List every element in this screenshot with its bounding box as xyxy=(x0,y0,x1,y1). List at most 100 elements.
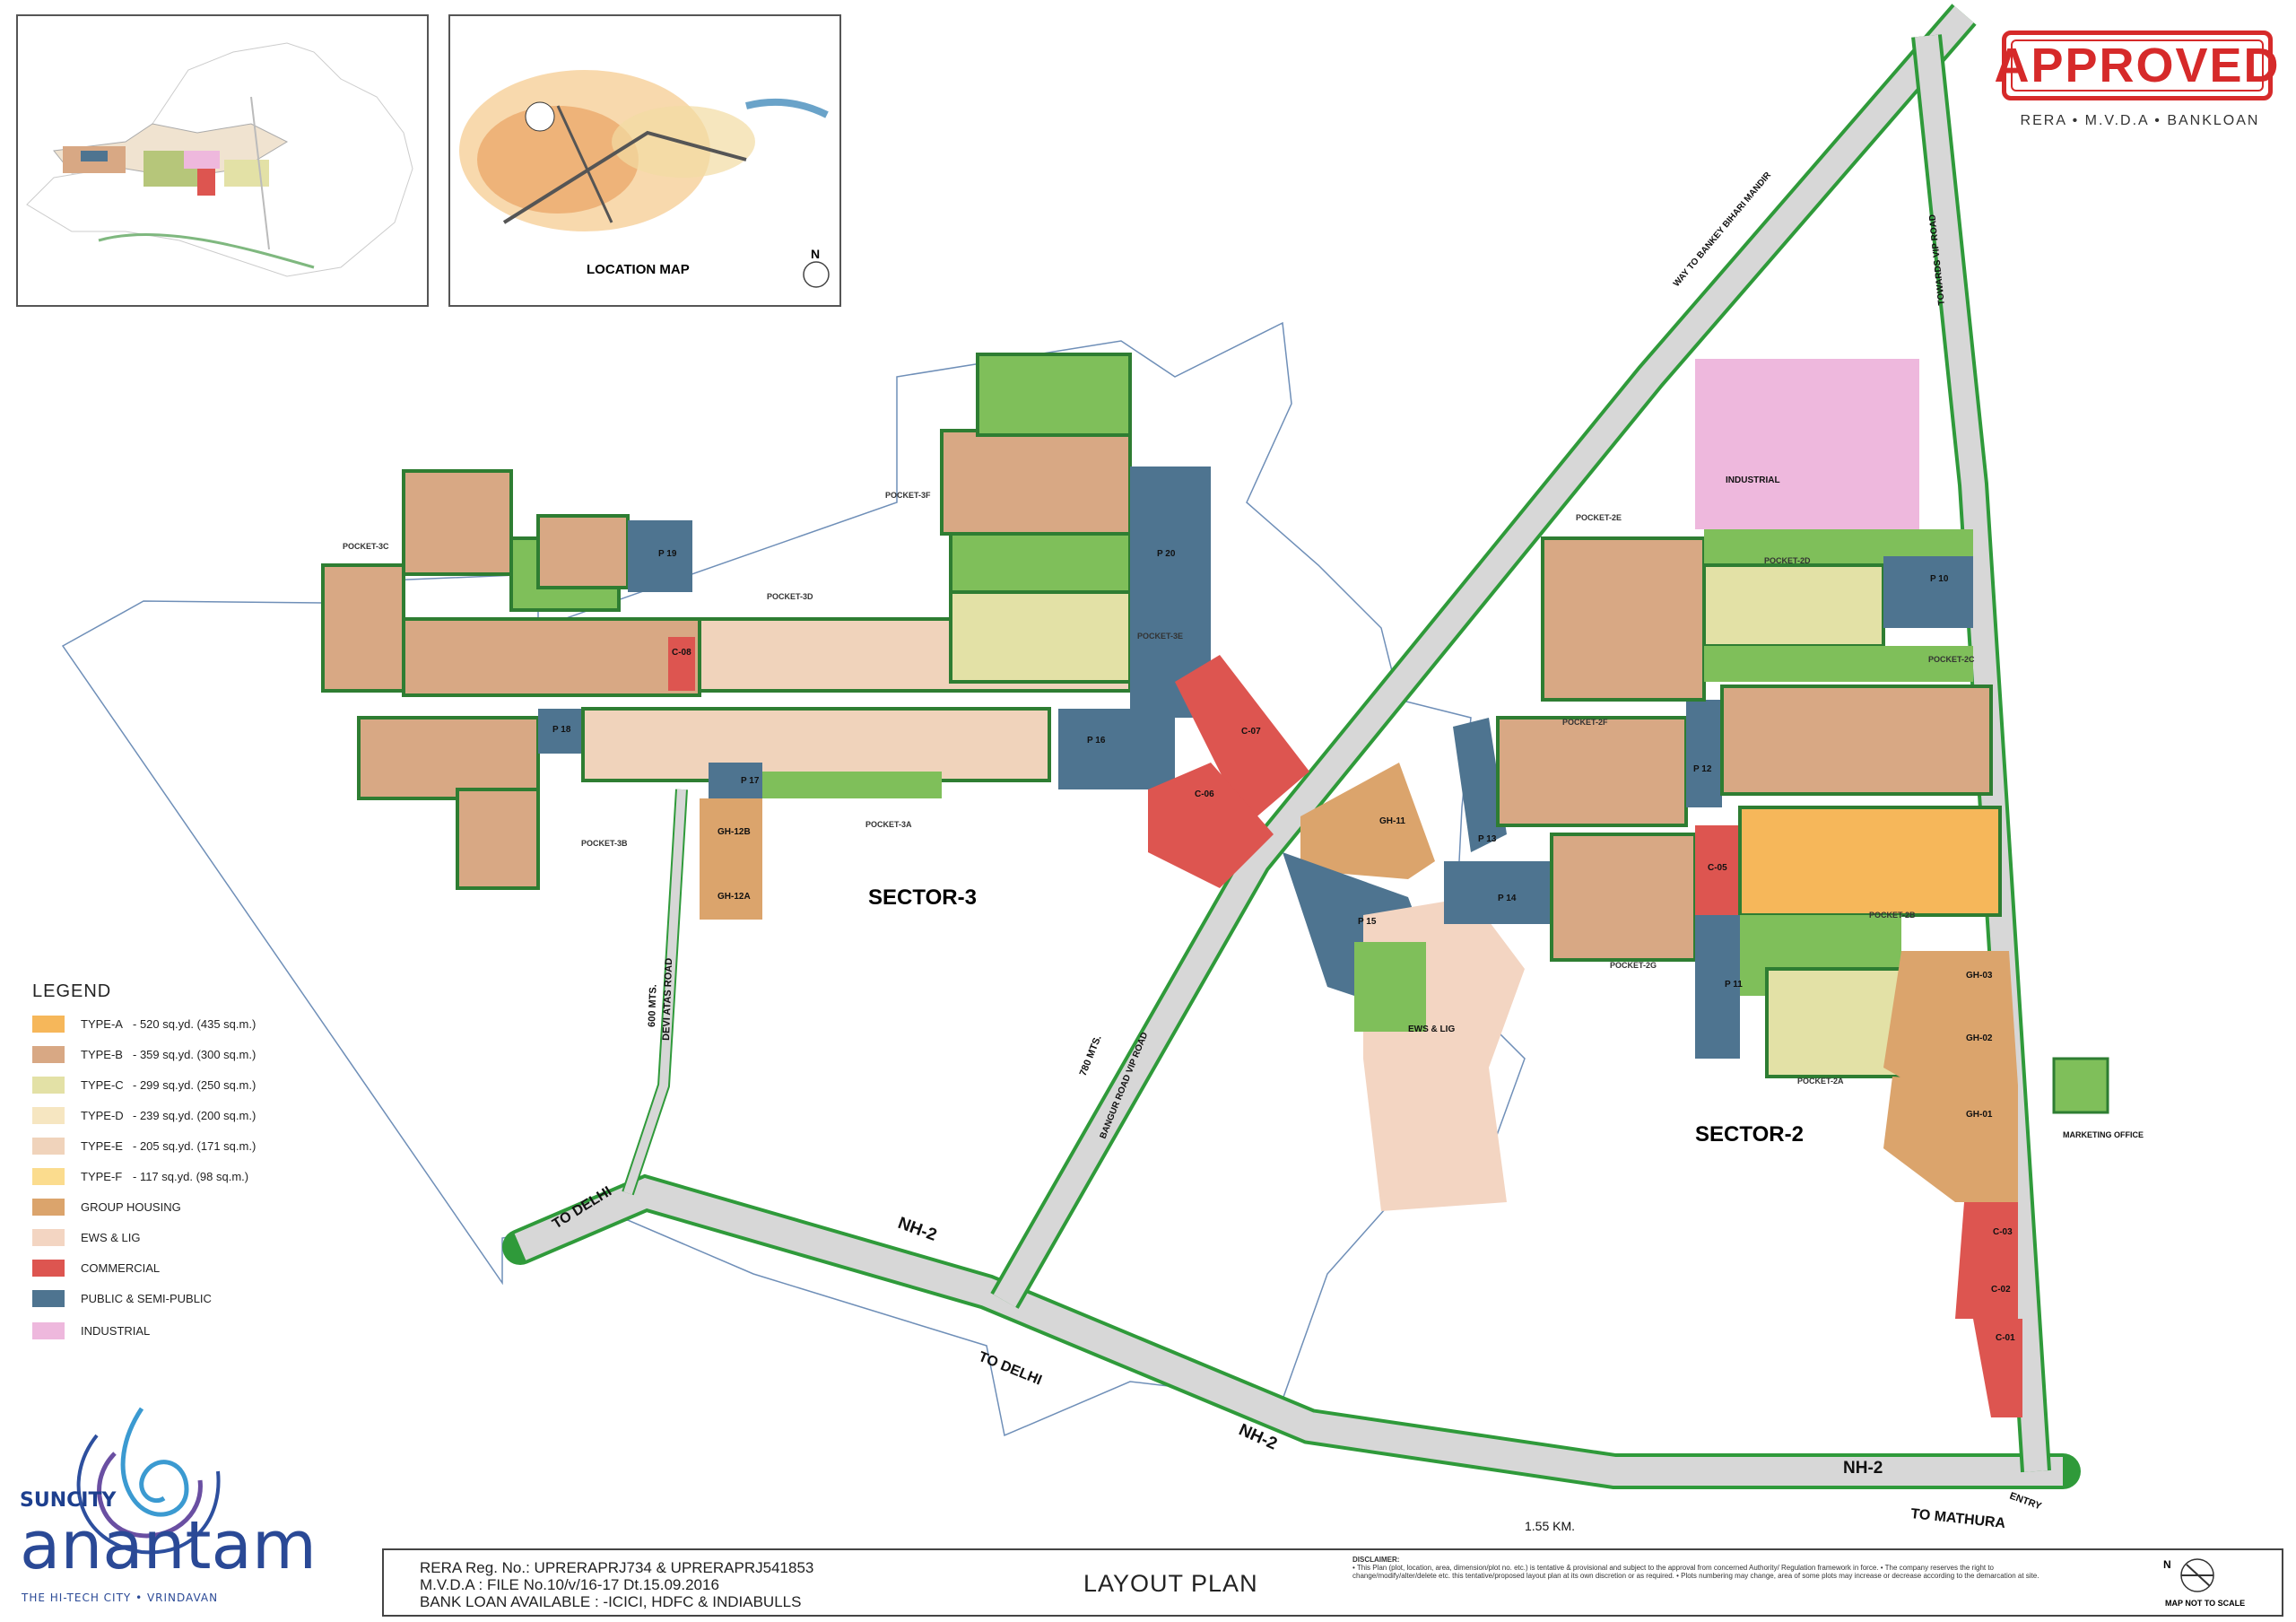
title-block: RERA Reg. No.: UPRERAPRJ734 & UPRERAPRJ5… xyxy=(382,1548,2283,1617)
plot-label: GH-12B xyxy=(718,827,751,837)
legend-desc: - 239 sq.yd. (200 sq.m.) xyxy=(133,1109,257,1122)
logo-wordmark: anantam xyxy=(20,1507,317,1584)
nh2-label: NH-2 xyxy=(895,1214,939,1245)
legend-swatch xyxy=(32,1138,65,1155)
plot-label: C-01 xyxy=(1996,1333,2015,1343)
rera-number: RERA Reg. No.: UPRERAPRJ734 & UPRERAPRJ5… xyxy=(420,1559,814,1576)
legend-item: TYPE-F - 117 sq.yd. (98 sq.m.) xyxy=(32,1168,248,1185)
legend-swatch xyxy=(32,1199,65,1216)
legend-desc: - 520 sq.yd. (435 sq.m.) xyxy=(133,1017,257,1031)
pocket-label: POCKET-2A xyxy=(1797,1077,1844,1086)
plot-label: P 19 xyxy=(658,549,677,559)
plot-label: C-08 xyxy=(672,648,691,658)
plot-label: C-07 xyxy=(1241,727,1261,737)
plot-label: P 17 xyxy=(741,776,760,786)
legend-item: TYPE-B - 359 sq.yd. (300 sq.m.) xyxy=(32,1046,256,1063)
legend-type: TYPE-A xyxy=(81,1017,123,1031)
distance-label: 1.55 KM. xyxy=(1525,1519,1575,1533)
legend-item: TYPE-E - 205 sq.yd. (171 sq.m.) xyxy=(32,1138,256,1155)
legend-type: TYPE-E xyxy=(81,1139,123,1153)
legend-item: TYPE-A - 520 sq.yd. (435 sq.m.) xyxy=(32,1016,256,1033)
distance-label: 600 MTS. xyxy=(647,984,659,1027)
legend-type: EWS & LIG xyxy=(81,1231,141,1244)
legend-type: TYPE-B xyxy=(81,1048,123,1061)
legend-item: PUBLIC & SEMI-PUBLIC xyxy=(32,1290,212,1307)
legend-swatch xyxy=(32,1229,65,1246)
pocket-label: POCKET-3A xyxy=(865,820,912,829)
suncity-anantam-logo: SUNCITY anantam THE HI-TECH CITY • VRIND… xyxy=(16,1400,317,1615)
disclaimer: DISCLAIMER: • This Plan (plot, location,… xyxy=(1352,1556,2070,1580)
plot-label: C-02 xyxy=(1991,1285,2011,1295)
plot-label: GH-12A xyxy=(718,892,751,902)
legend-swatch xyxy=(32,1290,65,1307)
legend-type: INDUSTRIAL xyxy=(81,1324,151,1338)
pocket-label: POCKET-2C xyxy=(1928,655,1975,664)
disclaimer-title: DISCLAIMER: xyxy=(1352,1556,1400,1564)
north-arrow: N MAP NOT TO SCALE xyxy=(2142,1554,2267,1613)
to-mathura-label: TO MATHURA xyxy=(1910,1506,2007,1531)
plot-label: INDUSTRIAL xyxy=(1726,475,1780,485)
legend-title: LEGEND xyxy=(32,981,112,1001)
north-arrow-icon: N MAP NOT TO SCALE xyxy=(2163,1558,2245,1608)
legend-swatch xyxy=(32,1046,65,1063)
plot-label: P 15 xyxy=(1358,917,1377,927)
plot-label: C-05 xyxy=(1708,863,1727,873)
legend-item: COMMERCIAL xyxy=(32,1260,160,1277)
legend-desc: - 205 sq.yd. (171 sq.m.) xyxy=(133,1139,257,1153)
legend-desc: - 117 sq.yd. (98 sq.m.) xyxy=(133,1170,249,1183)
bank-loan-info: BANK LOAN AVAILABLE : -ICICI, HDFC & IND… xyxy=(420,1593,802,1610)
plot-label: P 18 xyxy=(552,725,571,735)
distance-label: 780 MTS. xyxy=(1078,1033,1104,1077)
plot-label: P 20 xyxy=(1157,549,1176,559)
legend-swatch xyxy=(32,1107,65,1124)
legend-swatch xyxy=(32,1016,65,1033)
plot-label: P 13 xyxy=(1478,834,1497,844)
pocket-label: POCKET-2E xyxy=(1576,513,1622,522)
plot-label: GH-11 xyxy=(1379,816,1405,826)
pocket-label: POCKET-2D xyxy=(1764,556,1811,565)
to-delhi-label: TO DELHI xyxy=(977,1349,1044,1389)
legend-swatch xyxy=(32,1077,65,1094)
plot-label: P 11 xyxy=(1725,980,1743,990)
sector-3-label: SECTOR-3 xyxy=(868,885,977,910)
legend-item: INDUSTRIAL xyxy=(32,1322,150,1339)
plot-label: GH-01 xyxy=(1966,1110,1993,1120)
pocket-label: POCKET-3C xyxy=(343,542,389,551)
legend-type: TYPE-F xyxy=(81,1170,123,1183)
legend-item: EWS & LIG xyxy=(32,1229,140,1246)
legend-item: TYPE-D - 239 sq.yd. (200 sq.m.) xyxy=(32,1107,256,1124)
pocket-label: POCKET-2F xyxy=(1562,718,1608,727)
nh2-label: NH-2 xyxy=(1843,1459,1883,1478)
legend-desc: - 359 sq.yd. (300 sq.m.) xyxy=(133,1048,257,1061)
pocket-label: POCKET-3F xyxy=(885,491,931,500)
not-to-scale-label: MAP NOT TO SCALE xyxy=(2165,1599,2245,1608)
plot-label: P 12 xyxy=(1693,764,1712,774)
registration-info: RERA Reg. No.: UPRERAPRJ734 & UPRERAPRJ5… xyxy=(420,1559,813,1610)
pocket-label: POCKET-2G xyxy=(1610,961,1657,970)
plot-label: C-03 xyxy=(1993,1227,2013,1237)
legend-type: COMMERCIAL xyxy=(81,1261,161,1275)
legend-swatch xyxy=(32,1322,65,1339)
legend-type: TYPE-C xyxy=(81,1078,124,1092)
legend-type: GROUP HOUSING xyxy=(81,1200,181,1214)
logo-tagline: THE HI-TECH CITY • VRINDAVAN xyxy=(22,1591,219,1604)
disclaimer-text: • This Plan (plot, location, area, dimen… xyxy=(1352,1564,2039,1580)
legend-swatch xyxy=(32,1168,65,1185)
layout-plan-title: LAYOUT PLAN xyxy=(1083,1570,1258,1597)
pocket-label: POCKET-2B xyxy=(1869,911,1916,920)
entry-label: ENTRY xyxy=(2008,1491,2043,1513)
plot-label: MARKETING OFFICE xyxy=(2063,1130,2144,1139)
north-label: N xyxy=(2163,1558,2171,1571)
plot-label: P 16 xyxy=(1087,736,1106,746)
legend-type: PUBLIC & SEMI-PUBLIC xyxy=(81,1292,212,1305)
legend-item: GROUP HOUSING xyxy=(32,1199,181,1216)
plot-label: C-06 xyxy=(1195,789,1214,799)
legend-swatch xyxy=(32,1260,65,1277)
plot-label: GH-03 xyxy=(1966,971,1993,981)
plot-label: P 10 xyxy=(1930,574,1949,584)
legend-desc: - 299 sq.yd. (250 sq.m.) xyxy=(133,1078,257,1092)
legend: LEGEND TYPE-A - 520 sq.yd. (435 sq.m.) TY… xyxy=(0,976,359,1362)
legend-type: TYPE-D xyxy=(81,1109,124,1122)
pocket-label: POCKET-3E xyxy=(1137,632,1183,641)
mvda-file: M.V.D.A : FILE No.10/v/16-17 Dt.15.09.20… xyxy=(420,1576,719,1593)
